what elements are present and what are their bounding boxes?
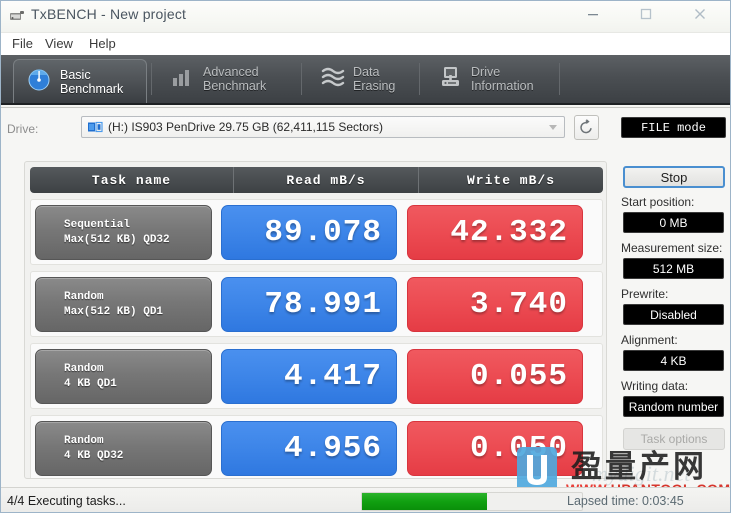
write-value-cell: 0.050 — [407, 421, 583, 476]
window-title: TxBENCH - New project — [31, 6, 187, 22]
menu-item-view[interactable]: View — [39, 35, 79, 52]
table-row[interactable]: Random 4 KB QD32 4.956 0.050 — [30, 415, 603, 478]
alignment-value[interactable]: 4 KB — [623, 350, 724, 371]
prewrite-value[interactable]: Disabled — [623, 304, 724, 325]
task-name-line2: 4 KB QD1 — [64, 378, 117, 390]
measurement-size-value[interactable]: 512 MB — [623, 258, 724, 279]
txbench-window: TxBENCH - New project File View Help Bas… — [0, 0, 731, 513]
settings-sidebar: FILE mode Stop Start position: 0 MB Meas… — [613, 109, 730, 487]
refresh-button[interactable] — [574, 115, 599, 140]
writing-data-label: Writing data: — [621, 379, 689, 393]
read-value-cell: 78.991 — [221, 277, 397, 332]
table-row[interactable]: Random 4 KB QD1 4.417 0.055 — [30, 343, 603, 409]
table-row[interactable]: Sequential Max(512 KB) QD32 89.078 42.33… — [30, 199, 603, 265]
drive-info-icon — [439, 65, 463, 94]
drive-selected-value: (H:) IS903 PenDrive 29.75 GB (62,411,115… — [108, 120, 384, 134]
write-value-cell: 3.740 — [407, 277, 583, 332]
writing-data-value[interactable]: Random number — [623, 396, 724, 417]
mode-button[interactable]: FILE mode — [621, 117, 726, 138]
task-options-button[interactable]: Task options — [623, 428, 725, 450]
task-name-cell: Sequential Max(512 KB) QD32 — [35, 205, 212, 260]
start-position-label: Start position: — [621, 195, 695, 209]
read-value-cell: 4.956 — [221, 421, 397, 476]
tab-strip: Basic Benchmark Advanced Benchmark Data … — [1, 55, 730, 105]
benchmark-results-table: Task name Read mB/s Write mB/s Sequentia… — [24, 161, 607, 479]
task-name-line1: Random — [64, 291, 104, 303]
write-value-cell: 0.055 — [407, 349, 583, 404]
menu-item-help[interactable]: Help — [83, 35, 122, 52]
close-button[interactable] — [677, 1, 722, 27]
stop-button[interactable]: Stop — [623, 166, 725, 188]
prewrite-label: Prewrite: — [621, 287, 669, 301]
tab-separator-1 — [151, 63, 152, 95]
tab-drive-information-label: Drive Information — [471, 65, 534, 93]
tab-drive-information[interactable]: Drive Information — [427, 55, 555, 103]
gauge-icon — [26, 66, 52, 97]
task-name-cell: Random 4 KB QD1 — [35, 349, 212, 404]
task-name-line2: Max(512 KB) QD1 — [64, 306, 164, 318]
chevron-down-icon[interactable] — [549, 125, 557, 130]
minimize-button[interactable] — [570, 1, 615, 27]
task-name-line1: Sequential — [64, 219, 131, 231]
progress-bar-fill — [362, 493, 488, 510]
column-header-task-name: Task name — [91, 172, 172, 188]
alignment-label: Alignment: — [621, 333, 678, 347]
column-header-write: Write mB/s — [418, 167, 603, 193]
tab-advanced-benchmark[interactable]: Advanced Benchmark — [159, 55, 299, 103]
bar-chart-icon — [171, 66, 195, 93]
title-bar: TxBENCH - New project — [1, 1, 730, 33]
menu-item-file[interactable]: File — [6, 35, 39, 52]
task-name-cell: Random 4 KB QD32 — [35, 421, 212, 476]
tab-basic-benchmark[interactable]: Basic Benchmark — [13, 59, 147, 103]
usb-drive-icon — [88, 121, 103, 134]
drive-select[interactable]: (H:) IS903 PenDrive 29.75 GB (62,411,115… — [81, 116, 565, 138]
table-header-row: Task name Read mB/s Write mB/s — [30, 167, 603, 193]
status-text: 4/4 Executing tasks... — [7, 494, 126, 508]
drive-label: Drive: — [7, 122, 39, 136]
task-name-line1: Random — [64, 363, 104, 375]
table-row[interactable]: Random Max(512 KB) QD1 78.991 3.740 — [30, 271, 603, 337]
tab-advanced-benchmark-label: Advanced Benchmark — [203, 65, 267, 93]
app-icon — [9, 8, 25, 24]
tab-data-erasing-label: Data Erasing — [353, 65, 396, 93]
status-bar: 4/4 Executing tasks... Lapsed time: 0:03… — [1, 487, 730, 512]
task-name-line2: Max(512 KB) QD32 — [64, 234, 170, 246]
progress-bar — [361, 492, 583, 511]
task-name-line1: Random — [64, 435, 104, 447]
task-name-cell: Random Max(512 KB) QD1 — [35, 277, 212, 332]
tab-data-erasing[interactable]: Data Erasing — [309, 55, 419, 103]
tab-separator-3 — [419, 63, 420, 95]
lapsed-time: Lapsed time: 0:03:45 — [567, 494, 684, 508]
task-name-line2: 4 KB QD32 — [64, 450, 124, 462]
refresh-icon — [580, 119, 592, 134]
maximize-button[interactable] — [623, 1, 668, 27]
read-value-cell: 89.078 — [221, 205, 397, 260]
start-position-value[interactable]: 0 MB — [623, 212, 724, 233]
read-value-cell: 4.417 — [221, 349, 397, 404]
eraser-icon — [321, 66, 345, 93]
column-header-read: Read mB/s — [233, 167, 418, 193]
tab-basic-benchmark-label: Basic Benchmark — [60, 67, 124, 96]
write-value-cell: 42.332 — [407, 205, 583, 260]
tab-separator-4 — [559, 63, 560, 95]
measurement-size-label: Measurement size: — [621, 241, 723, 255]
menu-bar: File View Help — [1, 33, 730, 55]
tab-separator-2 — [301, 63, 302, 95]
